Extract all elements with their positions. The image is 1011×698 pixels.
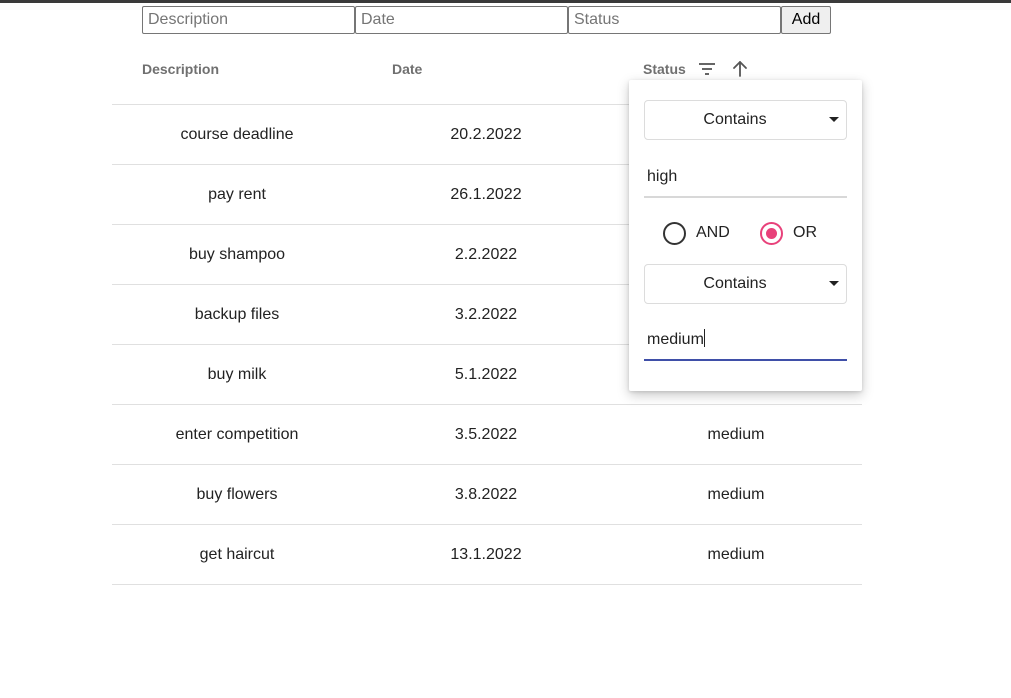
- or-radio-label[interactable]: OR: [793, 224, 817, 242]
- column-header-date[interactable]: Date: [392, 61, 422, 77]
- filter-value-text-2: medium: [647, 331, 704, 348]
- cell-date: 2.2.2022: [454, 246, 518, 263]
- column-header-status[interactable]: Status: [643, 61, 686, 77]
- cell-date: 5.1.2022: [454, 366, 518, 383]
- and-radio[interactable]: [663, 222, 686, 245]
- cell-description: enter competition: [175, 426, 299, 443]
- cell-date: 26.1.2022: [450, 186, 522, 203]
- table-row[interactable]: buy flowers 3.8.2022 medium: [112, 465, 862, 525]
- cell-status: medium: [707, 426, 765, 443]
- cell-description: backup files: [194, 306, 280, 323]
- cell-date: 13.1.2022: [450, 546, 522, 563]
- window-top-border: [0, 0, 1011, 3]
- cell-description: course deadline: [180, 126, 294, 143]
- cell-description: get haircut: [199, 546, 275, 563]
- cell-description: buy flowers: [196, 486, 278, 503]
- cell-date: 20.2.2022: [450, 126, 522, 143]
- and-radio-label[interactable]: AND: [696, 224, 730, 242]
- filter-operator-group: AND OR: [663, 221, 853, 247]
- column-header-description[interactable]: Description: [142, 61, 219, 77]
- radio-selected-dot: [766, 228, 777, 239]
- filter-value-text-1: high: [647, 168, 678, 185]
- cell-date: 3.8.2022: [454, 486, 518, 503]
- text-cursor: [703, 329, 705, 347]
- filter-condition-select-1[interactable]: Contains: [644, 100, 847, 140]
- cell-status: medium: [707, 546, 765, 563]
- description-input[interactable]: [142, 6, 355, 34]
- filter-icon[interactable]: [697, 59, 717, 82]
- filter-value-input-1[interactable]: high: [644, 162, 847, 198]
- status-filter-popup: Contains high AND OR Contains medium: [629, 80, 862, 391]
- cell-description: buy milk: [207, 366, 267, 383]
- filter-condition-select-2[interactable]: Contains: [644, 264, 847, 304]
- filter-value-input-2[interactable]: medium: [644, 325, 847, 361]
- arrow-up-icon[interactable]: [730, 59, 750, 82]
- cell-date: 3.2.2022: [454, 306, 518, 323]
- cell-description: buy shampoo: [188, 246, 286, 263]
- add-button[interactable]: Add: [781, 6, 831, 34]
- caret-down-icon: [829, 117, 839, 122]
- or-radio[interactable]: [760, 222, 783, 245]
- filter-condition-label-1: Contains: [703, 111, 767, 128]
- filter-condition-label-2: Contains: [703, 275, 767, 292]
- date-input[interactable]: [355, 6, 568, 34]
- cell-status: medium: [707, 486, 765, 503]
- status-input[interactable]: [568, 6, 781, 34]
- table-row[interactable]: enter competition 3.5.2022 medium: [112, 405, 862, 465]
- caret-down-icon: [829, 281, 839, 286]
- cell-date: 3.5.2022: [454, 426, 518, 443]
- table-row[interactable]: get haircut 13.1.2022 medium: [112, 525, 862, 585]
- cell-description: pay rent: [208, 186, 266, 203]
